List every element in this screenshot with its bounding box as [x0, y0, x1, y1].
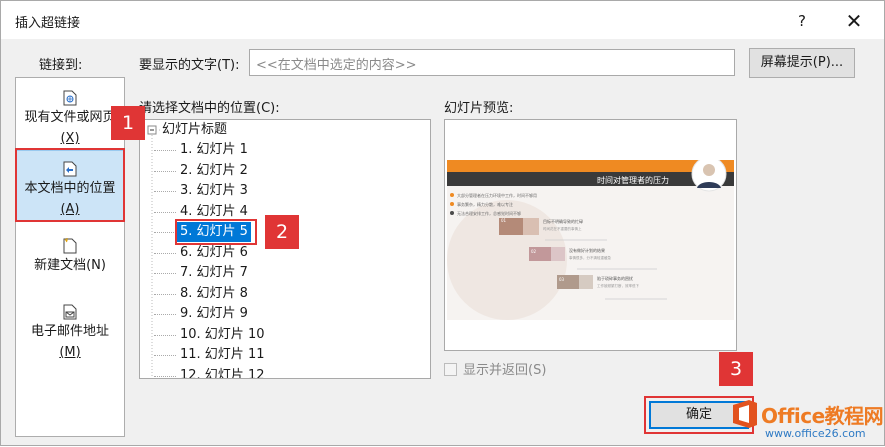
tree-item-slide[interactable]: 3. 幻灯片 3 — [180, 181, 248, 201]
tree-branch-line — [154, 355, 176, 356]
tree-item-slide[interactable]: 11. 幻灯片 11 — [180, 345, 264, 365]
tree-root-slide-titles[interactable]: 幻灯片标题 — [162, 120, 227, 140]
tree-item-slide[interactable]: 6. 幻灯片 6 — [180, 243, 248, 263]
slide-item-number: 02 — [531, 249, 537, 254]
tree-item-slide[interactable]: 12. 幻灯片 12 — [180, 366, 264, 379]
tree-item-slide[interactable]: 10. 幻灯片 10 — [180, 325, 264, 345]
slide-thumbnail: 时间对管理者的压力 大部分管理者在压力环境中工作，时间不够用 事务繁杂，精力分散… — [447, 156, 734, 320]
slide-item-desc: 时间花在不重要的事情上 — [543, 226, 582, 231]
document-place-tree[interactable]: 幻灯片标题 1. 幻灯片 1 2. 幻灯片 2 3. 幻灯片 3 4. 幻灯片 4 5.… — [139, 119, 431, 379]
tree-branch-line — [154, 211, 176, 213]
display-text-label: 要显示的文字(T): — [139, 58, 240, 73]
close-button[interactable]: ✕ — [837, 7, 871, 35]
help-button[interactable]: ? — [787, 7, 817, 35]
callout-badge-1: 1 — [111, 106, 145, 140]
tree-branch-line — [154, 314, 176, 315]
watermark-url: www.office26.com — [765, 427, 866, 440]
display-text-field[interactable]: <<在文档中选定的内容>> — [249, 49, 735, 76]
slide-graphic: 时间对管理者的压力 大部分管理者在压力环境中工作，时间不够用 事务繁杂，精力分散… — [447, 156, 734, 320]
checkbox-box[interactable] — [444, 363, 457, 376]
title-bar: 插入超链接 ? ✕ — [1, 1, 884, 39]
tree-branch-line — [154, 334, 176, 336]
link-to-panel: 现有文件或网页 (X) 本文档中的位置 (A) 新建文档(N) 电子邮件地址 (… — [15, 77, 125, 437]
tree-branch-line — [154, 232, 176, 233]
dialog-title: 插入超链接 — [15, 16, 81, 31]
slide-preview-label: 幻灯片预览: — [444, 101, 514, 116]
slide-item-desc: 事情很多，分不清轻重缓急 — [569, 255, 611, 260]
slide-bullet: 大部分管理者在压力环境中工作，时间不够用 — [457, 192, 537, 198]
link-new-document[interactable]: 新建文档(N) — [16, 238, 124, 286]
link-item-label: 新建文档(N) — [34, 258, 106, 273]
link-item-shortcut: (X) — [60, 131, 80, 146]
checkbox-label: 显示并返回(S) — [463, 363, 547, 378]
link-to-label: 链接到: — [39, 58, 83, 73]
new-document-icon — [63, 238, 77, 254]
tree-branch-line — [154, 375, 176, 377]
tree-branch-line — [154, 170, 176, 172]
link-existing-file-or-webpage[interactable]: 现有文件或网页 (X) — [16, 90, 124, 150]
office-logo-icon — [733, 400, 757, 428]
slide-item-number: 03 — [559, 277, 565, 282]
tree-branch-line — [154, 191, 176, 192]
slide-item-title: 目标不明确导致的忙碌 — [543, 218, 583, 224]
show-and-return-checkbox[interactable]: 显示并返回(S) — [444, 359, 546, 378]
tree-branch-line — [154, 293, 176, 295]
tree-item-slide[interactable]: 2. 幻灯片 2 — [180, 161, 248, 181]
highlight-box-place-in-document — [15, 148, 125, 222]
tree-item-slide[interactable]: 7. 幻灯片 7 — [180, 263, 248, 283]
slide-bullet: 事务繁杂，精力分散，难以专注 — [457, 201, 513, 207]
slide-item-number: 01 — [501, 218, 507, 223]
slide-item-title: 陷于琐碎事务的困扰 — [597, 275, 633, 281]
callout-badge-3: 3 — [719, 352, 753, 386]
tree-branch-line — [154, 273, 176, 274]
slide-bullet: 无法合理安排工作，总感觉时间不够 — [457, 210, 521, 216]
email-icon — [63, 304, 77, 320]
slide-title-text: 时间对管理者的压力 — [597, 175, 669, 185]
slide-preview: 时间对管理者的压力 大部分管理者在压力环境中工作，时间不够用 事务繁杂，精力分散… — [444, 119, 737, 351]
insert-hyperlink-dialog: 插入超链接 ? ✕ 链接到: 现有文件或网页 (X) 本文档中的位置 (A) 新… — [0, 0, 885, 446]
watermark-brand: Office教程网 — [761, 404, 884, 428]
link-item-label: 现有文件或网页 — [24, 110, 116, 125]
tree-item-slide[interactable]: 9. 幻灯片 9 — [180, 304, 248, 324]
globe-file-icon — [63, 90, 77, 106]
watermark: Office教程网 www.office26.com — [731, 397, 885, 447]
tree-item-slide[interactable]: 1. 幻灯片 1 — [180, 140, 248, 160]
link-item-label: 电子邮件地址 — [30, 324, 109, 339]
callout-badge-2: 2 — [265, 215, 299, 249]
tree-item-slide[interactable]: 8. 幻灯片 8 — [180, 284, 248, 304]
place-in-document-label: 请选择文档中的位置(C): — [139, 101, 280, 116]
highlight-box-slide-5 — [175, 219, 257, 245]
slide-item-title: 没有做好计划的结果 — [569, 247, 605, 253]
link-email-address[interactable]: 电子邮件地址 (M) — [16, 304, 124, 364]
screentip-button[interactable]: 屏幕提示(P)... — [749, 48, 855, 78]
slide-item-desc: 工作被频繁打断，效率低下 — [597, 283, 639, 288]
tree-branch-line — [154, 252, 176, 254]
link-item-shortcut: (M) — [59, 345, 81, 360]
tree-branch-line — [154, 150, 176, 151]
